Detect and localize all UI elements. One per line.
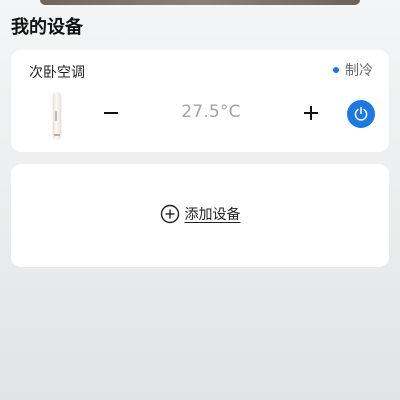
add-device-label: 添加设备 [184, 207, 241, 223]
air-conditioner-image [45, 93, 69, 139]
increase-temperature-button[interactable] [299, 101, 323, 125]
add-device-button[interactable]: 添加设备 [11, 204, 389, 224]
power-button[interactable] [347, 100, 375, 128]
power-icon [354, 106, 368, 121]
mode-status: 制冷 [333, 60, 373, 80]
mode-label: 制冷 [345, 63, 373, 79]
temperature-value: 27.5°C [181, 102, 241, 122]
add-device-card[interactable]: 添加设备 [11, 164, 389, 267]
section-title: 我的设备 [11, 17, 83, 38]
device-name: 次卧空调 [29, 65, 85, 81]
plus-circle-icon [160, 204, 179, 224]
mode-dot-icon [333, 67, 339, 73]
device-card[interactable]: 次卧空调 制冷 27.5°C [11, 50, 389, 152]
decrease-temperature-button[interactable] [99, 101, 123, 125]
top-banner-image [40, 0, 360, 5]
minus-icon [104, 112, 118, 114]
